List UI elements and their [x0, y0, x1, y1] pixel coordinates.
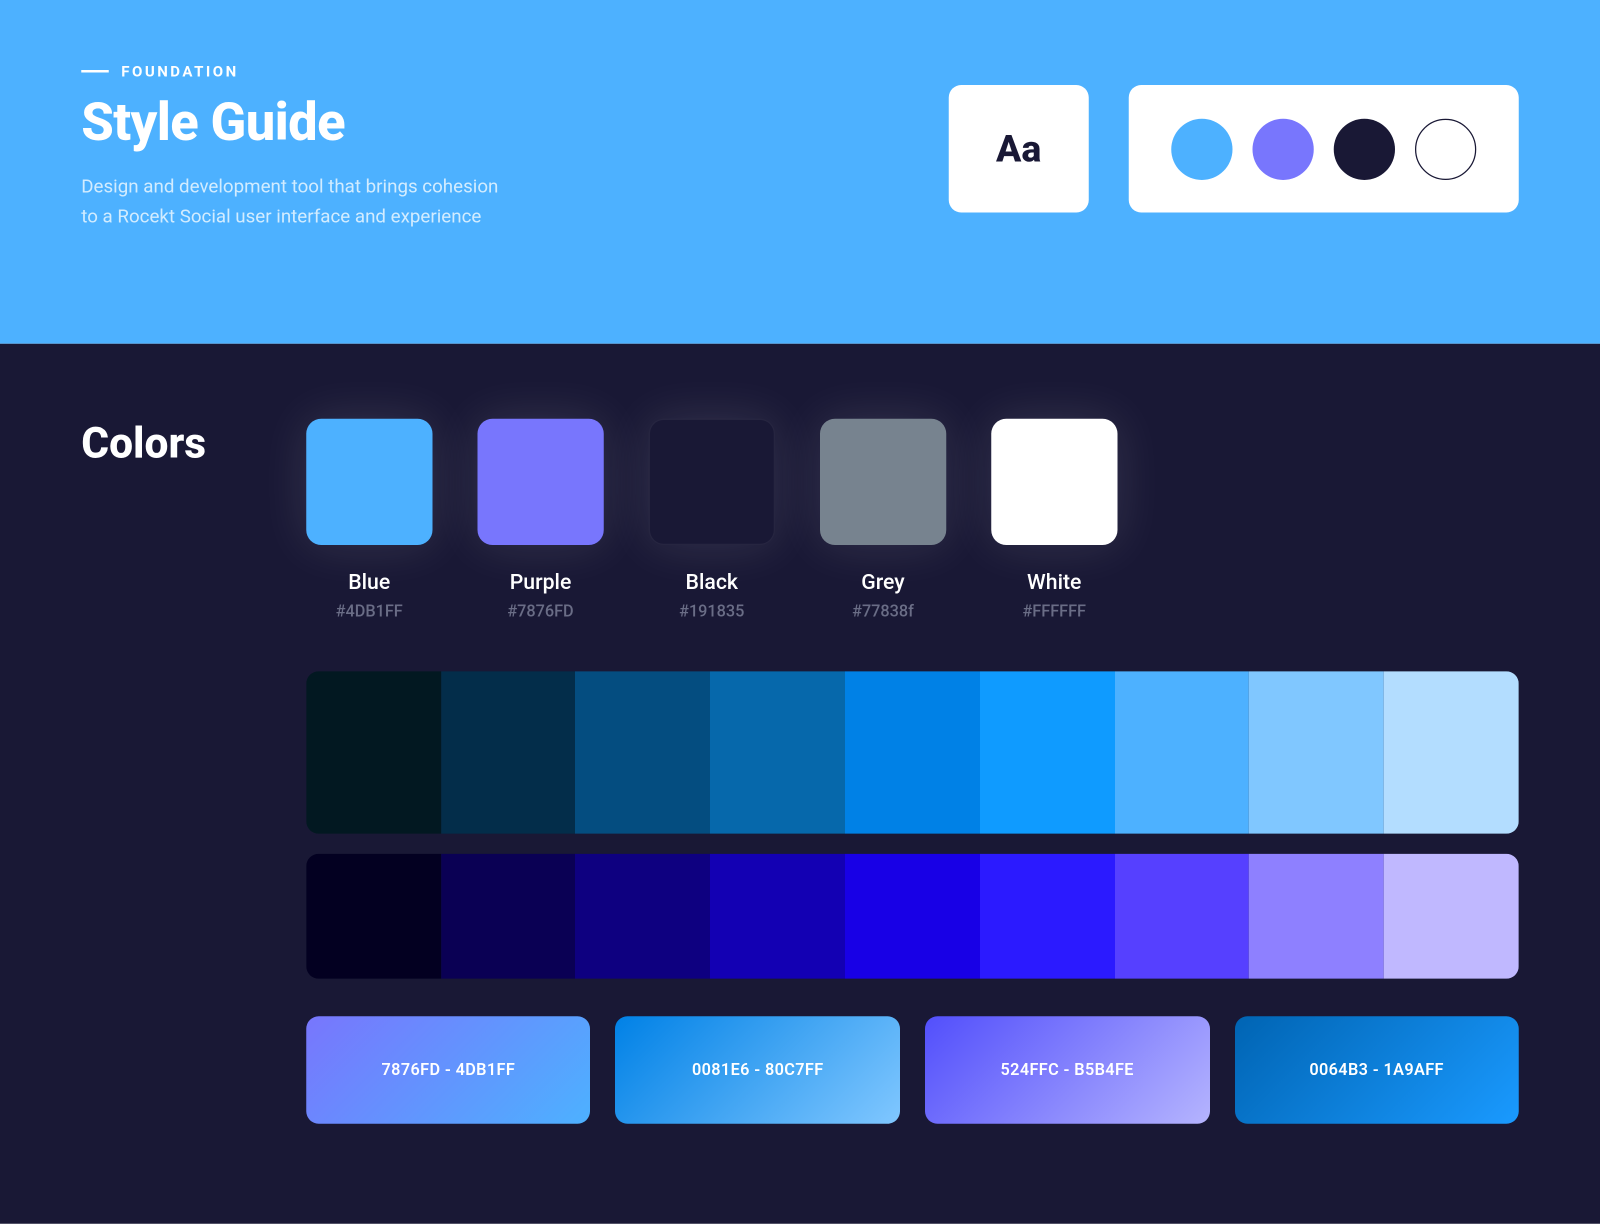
gradient-box: 7876FD - 4DB1FF — [306, 1016, 590, 1124]
scale-step — [845, 671, 980, 834]
swatch-box — [991, 419, 1117, 545]
typography-sample: Aa — [996, 127, 1041, 171]
scale-purple — [306, 854, 1519, 979]
swatch-white: White #FFFFFF — [991, 419, 1117, 622]
swatch-black: Black #191835 — [649, 419, 775, 622]
palette-dot-black — [1334, 118, 1395, 179]
scale-step — [441, 671, 576, 834]
scale-step — [1384, 854, 1519, 979]
hero-section: FOUNDATION Style Guide Design and develo… — [0, 0, 1600, 344]
hero-text-block: FOUNDATION Style Guide Design and develo… — [81, 63, 506, 232]
scale-step — [710, 671, 845, 834]
swatch-hex: #7876FD — [477, 603, 603, 622]
swatch-hex: #77838f — [820, 603, 946, 622]
gradient-label: 0081E6 - 80C7FF — [692, 1061, 824, 1080]
section-heading-wrap: Colors — [81, 419, 206, 1124]
swatch-row: Blue #4DB1FF Purple #7876FD Black #19183… — [306, 419, 1519, 622]
scale-step — [1249, 671, 1384, 834]
scale-step — [306, 854, 441, 979]
scale-blue — [306, 671, 1519, 834]
palette-dot-purple — [1253, 118, 1314, 179]
swatch-hex: #4DB1FF — [306, 603, 432, 622]
eyebrow-label: FOUNDATION — [121, 63, 238, 81]
page-title: Style Guide — [81, 93, 506, 154]
swatch-name: Purple — [477, 570, 603, 595]
gradient-label: 0064B3 - 1A9AFF — [1309, 1061, 1444, 1080]
swatch-name: Black — [649, 570, 775, 595]
scale-step — [980, 671, 1115, 834]
eyebrow: FOUNDATION — [81, 63, 506, 81]
scale-step — [1384, 671, 1519, 834]
swatch-hex: #FFFFFF — [991, 603, 1117, 622]
swatch-name: White — [991, 570, 1117, 595]
swatch-name: Grey — [820, 570, 946, 595]
hero-cards: Aa — [949, 63, 1519, 232]
swatch-grey: Grey #77838f — [820, 419, 946, 622]
gradient-box: 0064B3 - 1A9AFF — [1234, 1016, 1518, 1124]
palette-dot-blue — [1171, 118, 1232, 179]
swatch-hex: #191835 — [649, 603, 775, 622]
section-heading: Colors — [81, 419, 206, 469]
scale-step — [441, 854, 576, 979]
typography-card: Aa — [949, 85, 1089, 213]
swatch-box — [820, 419, 946, 545]
scale-step — [1249, 854, 1384, 979]
swatch-name: Blue — [306, 570, 432, 595]
swatch-box — [477, 419, 603, 545]
gradient-row: 7876FD - 4DB1FF 0081E6 - 80C7FF 524FFC -… — [306, 1016, 1519, 1124]
swatch-purple: Purple #7876FD — [477, 419, 603, 622]
scale-step — [576, 854, 711, 979]
page-description: Design and development tool that brings … — [81, 171, 506, 231]
scale-step — [306, 671, 441, 834]
scale-step — [1114, 671, 1249, 834]
gradient-box: 0081E6 - 80C7FF — [616, 1016, 900, 1124]
scale-step — [980, 854, 1115, 979]
swatch-box — [306, 419, 432, 545]
colors-section: Colors Blue #4DB1FF Purple #7876FD Black… — [0, 344, 1600, 1224]
swatch-blue: Blue #4DB1FF — [306, 419, 432, 622]
scale-step — [1114, 854, 1249, 979]
gradient-box: 524FFC - B5B4FE — [925, 1016, 1209, 1124]
colors-content: Blue #4DB1FF Purple #7876FD Black #19183… — [306, 419, 1519, 1124]
swatch-box — [649, 419, 775, 545]
gradient-label: 7876FD - 4DB1FF — [382, 1061, 516, 1080]
gradient-label: 524FFC - B5B4FE — [1001, 1061, 1134, 1080]
scale-step — [845, 854, 980, 979]
palette-card — [1129, 85, 1519, 213]
palette-dot-white — [1415, 118, 1476, 179]
scale-step — [710, 854, 845, 979]
eyebrow-line — [81, 70, 109, 73]
scale-step — [576, 671, 711, 834]
